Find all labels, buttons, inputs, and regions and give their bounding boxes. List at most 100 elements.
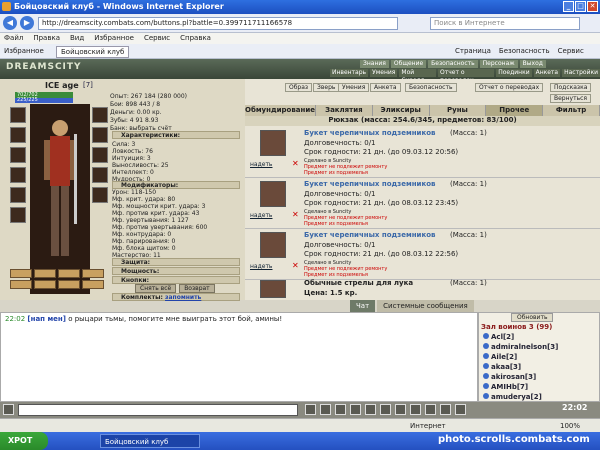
delete-icon[interactable]: ✕ [292,159,299,168]
help-icon[interactable] [440,404,451,415]
tools-menu[interactable]: Сервис [558,47,584,55]
section-protection[interactable]: Защита: [112,258,240,266]
subnav-scroll[interactable]: Мой Скролл [399,69,437,84]
undress-button[interactable]: Снять всё [135,284,177,293]
weapon-slot[interactable] [10,147,26,163]
start-button[interactable]: ХРОТ [0,432,48,450]
url-field[interactable]: http://dreamscity.combats.com/buttons.pl… [38,17,398,30]
player-name[interactable]: Acl[2] [491,333,514,341]
transfers-button[interactable]: Отчет о переводах [475,83,544,92]
chat-options-icon[interactable] [3,404,14,415]
armor-slot[interactable] [10,167,26,183]
item-image[interactable] [260,181,286,207]
wear-link[interactable]: надеть [250,263,272,270]
item-name[interactable]: Букет черепичных подземников [304,129,435,137]
helmet-slot[interactable] [10,107,26,123]
item-image[interactable] [260,280,286,298]
subnav-inventory[interactable]: Инвентарь [330,69,369,77]
delete-icon[interactable]: ✕ [292,261,299,270]
player-name[interactable]: AMIHb[7] [491,383,528,391]
menu-favorites[interactable]: Избранное [94,34,134,43]
section-sets[interactable]: Комплекты: запомнить [112,293,240,301]
nav-security[interactable]: Безопасность [428,60,478,68]
section-buttons[interactable]: Кнопки: [112,276,240,284]
belt-slot-item[interactable] [10,269,32,278]
character-name[interactable]: ICE age [45,81,79,90]
player-entry[interactable]: Acl[2] [483,333,514,341]
belt-slot[interactable] [10,187,26,203]
section-power[interactable]: Мощность: [112,267,240,275]
player-entry[interactable]: akaa[3] [483,363,521,371]
player-name[interactable]: akirosan[3] [491,373,536,381]
forward-icon[interactable]: ▶ [20,16,34,30]
tab-system-messages[interactable]: Системные сообщения [377,300,474,312]
send-icon[interactable] [305,404,316,415]
shield-slot[interactable] [92,147,108,163]
item-name[interactable]: Обычные стрелы для лука [304,279,413,287]
belt-slot-item[interactable] [58,269,80,278]
back-button[interactable]: Вернуться [550,94,592,103]
subnav-fights[interactable]: Поединки [496,69,532,77]
security-button[interactable]: Безопасность [405,83,457,92]
tab-other[interactable]: Прочее [486,105,544,116]
item-name[interactable]: Букет черепичных подземников [304,180,435,188]
menu-edit[interactable]: Правка [33,34,60,43]
amulet-slot[interactable] [10,127,26,143]
map-icon[interactable] [425,404,436,415]
tab-spells[interactable]: Заклятия [315,105,373,116]
page-menu[interactable]: Страница [455,47,491,55]
taskbar-item[interactable]: Бойцовский клуб [100,434,200,448]
close-button[interactable]: ✕ [587,1,598,12]
clear-icon[interactable] [350,404,361,415]
exit-icon[interactable] [455,404,466,415]
belt-slot-item[interactable] [82,280,104,289]
nav-knowledge[interactable]: Знания [360,60,389,68]
translit-icon[interactable] [365,404,376,415]
player-name[interactable]: admiralnelson[3] [491,343,558,351]
menu-file[interactable]: Файл [4,34,23,43]
back-icon[interactable]: ◀ [3,16,17,30]
chat-input[interactable] [18,404,298,416]
profile-button[interactable]: Анкета [370,83,401,92]
ring-slot[interactable] [10,207,26,223]
subnav-profile[interactable]: Анкета [533,69,561,77]
search-input[interactable]: Поиск в Интернете [430,17,580,30]
leggings-slot[interactable] [92,167,108,183]
pet-button[interactable]: Зверь [313,83,340,92]
player-entry[interactable]: AMIHb[7] [483,383,528,391]
subnav-skills[interactable]: Умения [370,69,398,77]
skills-button[interactable]: Умения [338,83,370,92]
tab-equipment[interactable]: Обмундирование [245,105,316,116]
hint-button[interactable]: Подсказка [550,83,592,92]
delete-icon[interactable]: ✕ [292,210,299,219]
nav-exit[interactable]: Выход [519,60,546,68]
player-name[interactable]: akaa[3] [491,363,521,371]
maximize-button[interactable]: □ [575,1,586,12]
refresh-button[interactable]: Обновить [511,313,554,322]
player-entry[interactable]: admiralnelson[3] [483,343,558,351]
earring-slot[interactable] [92,107,108,123]
filter-icon[interactable] [335,404,346,415]
zoom-level[interactable]: 100% [560,422,580,430]
subnav-transfers[interactable]: Отчет о переводах [438,69,495,84]
tab-runes[interactable]: Руны [429,105,487,116]
belt-slot-item[interactable] [10,280,32,289]
menu-tools[interactable]: Сервис [144,34,170,43]
smile-icon[interactable] [320,404,331,415]
nav-character[interactable]: Персонаж [479,60,518,68]
sound-icon[interactable] [380,404,391,415]
return-button[interactable]: Возврат [179,284,215,293]
menu-help[interactable]: Справка [180,34,211,43]
tab-filter[interactable]: Фильтр [543,105,600,116]
tab-elixirs[interactable]: Эликсиры [372,105,430,116]
friends-icon[interactable] [410,404,421,415]
message-author[interactable]: [нап мен] [27,315,66,323]
nav-communication[interactable]: Общение [390,60,427,68]
favorites-button[interactable]: Избранное [4,47,44,55]
gloves-slot[interactable] [92,127,108,143]
item-name[interactable]: Букет черепичных подземников [304,231,435,239]
wear-link[interactable]: надеть [250,212,272,219]
belt-slot-item[interactable] [34,280,56,289]
boots-slot[interactable] [92,187,108,203]
settings-icon[interactable] [395,404,406,415]
